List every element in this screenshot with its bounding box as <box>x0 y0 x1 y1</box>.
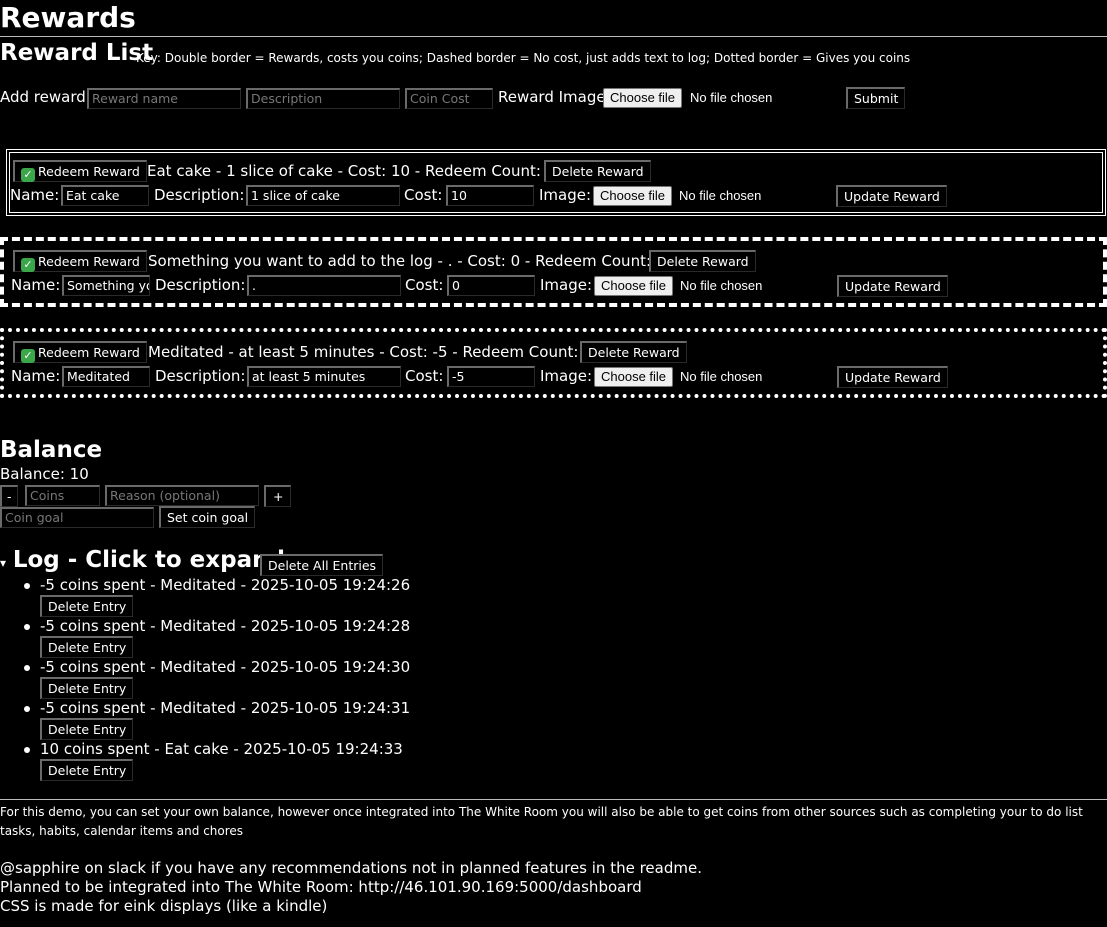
reward-description-field[interactable]: at least 5 minutes <box>247 366 401 387</box>
bullet-icon <box>24 706 30 712</box>
bullet-icon <box>24 583 30 589</box>
reward-list-heading: Reward List <box>0 40 154 66</box>
log-entry-text: 10 coins spent - Eat cake - 2025-10-05 1… <box>40 740 403 758</box>
submit-button[interactable]: Submit <box>846 87 906 109</box>
delete-entry-button[interactable]: Delete Entry <box>40 718 134 740</box>
check-icon: ✓ <box>21 349 35 363</box>
name-label: Name: <box>11 276 61 294</box>
balance-heading: Balance <box>0 437 103 463</box>
delete-entry-button[interactable]: Delete Entry <box>40 595 134 617</box>
demo-note-line1: For this demo, you can set your own bala… <box>0 805 1083 819</box>
reward-description-field[interactable]: . <box>247 275 401 296</box>
redeem-reward-button[interactable]: ✓ Redeem Reward <box>13 250 147 272</box>
cost-label: Cost: <box>405 367 444 385</box>
reward-name-field[interactable]: Eat cake <box>61 185 149 206</box>
log-entry-text: -5 coins spent - Meditated - 2025-10-05 … <box>40 699 411 717</box>
set-coin-goal-button[interactable]: Set coin goal <box>159 506 256 528</box>
reward-summary: Meditated - at least 5 minutes - Cost: -… <box>148 343 593 361</box>
image-label: Image: <box>540 367 593 385</box>
reward-image-label: Reward Image <box>498 88 606 106</box>
redeem-reward-button[interactable]: ✓ Redeem Reward <box>13 160 147 182</box>
disclosure-triangle-icon: ▾ <box>0 556 7 570</box>
delete-entry-button[interactable]: Delete Entry <box>40 677 134 699</box>
choose-file-button[interactable]: Choose file <box>594 276 674 296</box>
reward-name-field[interactable]: Meditated <box>62 366 150 387</box>
reward-cost-field[interactable]: 0 <box>447 275 535 296</box>
update-reward-button[interactable]: Update Reward <box>837 275 948 297</box>
page-title: Rewards <box>0 1 136 34</box>
delete-reward-button[interactable]: Delete Reward <box>649 250 756 272</box>
delete-entry-button[interactable]: Delete Entry <box>40 636 134 658</box>
cost-label: Cost: <box>404 186 443 204</box>
delete-reward-button[interactable]: Delete Reward <box>544 160 651 182</box>
no-file-text: No file chosen <box>679 188 762 203</box>
reward-cost-field[interactable]: -5 <box>447 366 535 387</box>
reward-name-input[interactable]: Reward name <box>87 88 241 109</box>
reward-description-input[interactable]: Description <box>246 88 400 109</box>
description-label: Description: <box>155 276 246 294</box>
reward-summary: Eat cake - 1 slice of cake - Cost: 10 - … <box>147 162 556 180</box>
name-label: Name: <box>10 186 60 204</box>
log-toggle[interactable]: ▾ Log - Click to expand <box>0 547 285 573</box>
reason-input[interactable]: Reason (optional) <box>105 485 259 506</box>
delete-reward-button[interactable]: Delete Reward <box>580 341 687 363</box>
coin-goal-input[interactable]: Coin goal <box>0 507 154 528</box>
decrease-coins-button[interactable]: - <box>0 485 18 507</box>
coins-input[interactable]: Coins <box>25 485 100 506</box>
cost-label: Cost: <box>405 276 444 294</box>
footer-divider <box>0 799 1107 800</box>
update-reward-button[interactable]: Update Reward <box>836 185 947 207</box>
update-reward-button[interactable]: Update Reward <box>837 366 948 388</box>
border-key: Key: Double border = Rewards, costs you … <box>136 51 911 65</box>
delete-all-entries-button[interactable]: Delete All Entries <box>260 554 384 576</box>
image-label: Image: <box>540 276 593 294</box>
no-file-text: No file chosen <box>690 90 773 105</box>
delete-entry-button[interactable]: Delete Entry <box>40 759 134 781</box>
log-entry-text: -5 coins spent - Meditated - 2025-10-05 … <box>40 658 411 676</box>
bullet-icon <box>24 665 30 671</box>
log-entry-text: -5 coins spent - Meditated - 2025-10-05 … <box>40 576 411 594</box>
check-icon: ✓ <box>21 258 35 272</box>
no-file-text: No file chosen <box>680 369 763 384</box>
check-icon: ✓ <box>21 168 35 182</box>
reward-description-field[interactable]: 1 slice of cake <box>246 185 400 206</box>
choose-file-button[interactable]: Choose file <box>594 367 674 387</box>
name-label: Name: <box>11 367 61 385</box>
balance-value: Balance: 10 <box>0 465 89 483</box>
demo-note-line2: tasks, habits, calendar items and chores <box>0 824 244 838</box>
coin-cost-input[interactable]: Coin Cost <box>405 88 493 109</box>
choose-file-button[interactable]: Choose file <box>603 88 683 108</box>
choose-file-button[interactable]: Choose file <box>593 186 673 206</box>
redeem-reward-button[interactable]: ✓ Redeem Reward <box>13 341 147 363</box>
no-file-text: No file chosen <box>680 278 763 293</box>
bullet-icon <box>24 747 30 753</box>
css-note: CSS is made for eink displays (like a ki… <box>0 897 328 915</box>
reward-name-field[interactable]: Something yo <box>62 275 150 296</box>
add-reward-label: Add reward <box>0 88 86 106</box>
reward-summary: Something you want to add to the log - .… <box>148 252 666 270</box>
description-label: Description: <box>155 367 246 385</box>
reward-cost-field[interactable]: 10 <box>446 185 534 206</box>
integration-note: Planned to be integrated into The White … <box>0 878 642 896</box>
contact-note: @sapphire on slack if you have any recom… <box>0 859 702 877</box>
description-label: Description: <box>154 186 245 204</box>
increase-coins-button[interactable]: + <box>264 485 292 507</box>
bullet-icon <box>24 624 30 630</box>
log-heading: Log - Click to expand <box>12 547 285 573</box>
title-divider <box>0 36 1107 37</box>
log-entry-text: -5 coins spent - Meditated - 2025-10-05 … <box>40 617 411 635</box>
image-label: Image: <box>539 186 592 204</box>
